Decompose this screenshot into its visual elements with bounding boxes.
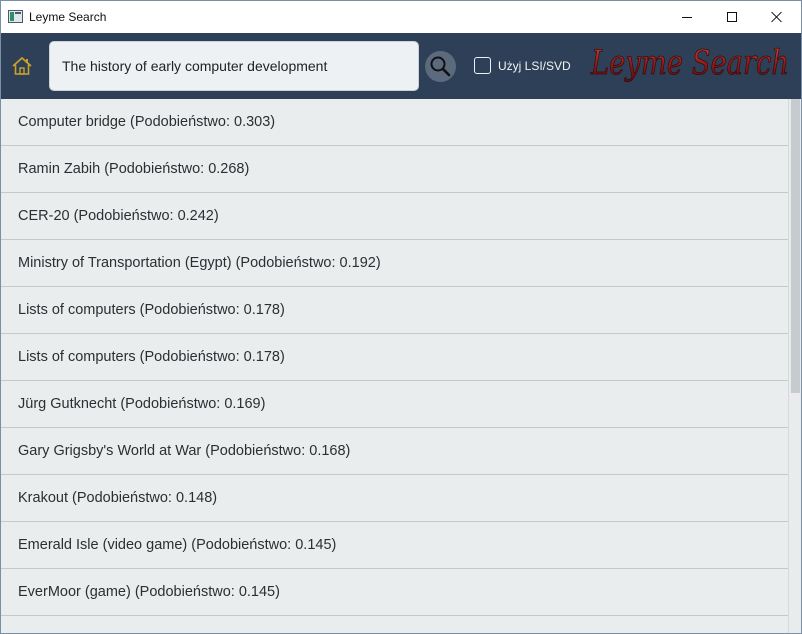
result-title: Lists of computers (Podobieństwo: 0.178) <box>18 302 285 318</box>
maximize-icon <box>727 12 737 22</box>
window-title: Leyme Search <box>29 10 107 24</box>
result-item[interactable]: Krakout (Podobieństwo: 0.148) <box>1 475 788 522</box>
result-item[interactable]: Ramin Zabih (Podobieństwo: 0.268) <box>1 146 788 193</box>
result-title: Jürg Gutknecht (Podobieństwo: 0.169) <box>18 396 266 412</box>
result-item[interactable]: EverMoor (game) (Podobieństwo: 0.145) <box>1 569 788 616</box>
app-window: Leyme Search Użyj LSI/S <box>0 0 802 634</box>
search-input[interactable] <box>49 41 419 91</box>
result-title: Krakout (Podobieństwo: 0.148) <box>18 490 218 506</box>
result-title: Computer bridge (Podobieństwo: 0.303) <box>18 114 276 130</box>
close-button[interactable] <box>754 1 800 33</box>
maximize-button[interactable] <box>709 1 755 33</box>
result-title: Lists of computers (Podobieństwo: 0.178) <box>18 349 285 365</box>
search-button[interactable] <box>425 51 456 82</box>
result-item[interactable]: Lists of computers (Podobieństwo: 0.178) <box>1 334 788 381</box>
search-icon <box>430 56 451 77</box>
result-title: Emerald Isle (video game) (Podobieństwo:… <box>18 537 337 553</box>
result-title: Ramin Zabih (Podobieństwo: 0.268) <box>18 161 250 177</box>
result-item[interactable]: Gary Grigsby's World at War (Podobieństw… <box>1 428 788 475</box>
result-title: Gary Grigsby's World at War (Podobieństw… <box>18 443 351 459</box>
minimize-icon <box>682 16 692 18</box>
minimize-button[interactable] <box>664 1 710 33</box>
result-item[interactable] <box>1 616 788 633</box>
title-bar[interactable]: Leyme Search <box>1 1 801 33</box>
result-item[interactable]: Emerald Isle (video game) (Podobieństwo:… <box>1 522 788 569</box>
scrollbar-thumb[interactable] <box>791 99 800 393</box>
scrollbar[interactable] <box>788 99 801 633</box>
close-icon <box>771 11 783 23</box>
result-title: EverMoor (game) (Podobieństwo: 0.145) <box>18 584 280 600</box>
result-item[interactable]: Ministry of Transportation (Egypt) (Podo… <box>1 240 788 287</box>
toolbar: Użyj LSI/SVD Leyme Search <box>1 33 801 99</box>
logo-text: Leyme Search <box>590 43 789 83</box>
home-icon <box>12 57 32 75</box>
result-title: CER-20 (Podobieństwo: 0.242) <box>18 208 219 224</box>
result-item[interactable]: CER-20 (Podobieństwo: 0.242) <box>1 193 788 240</box>
results-list[interactable]: Computer bridge (Podobieństwo: 0.303) Ram… <box>1 99 788 633</box>
result-title: Ministry of Transportation (Egypt) (Podo… <box>18 255 381 271</box>
app-icon <box>8 10 23 23</box>
logo: Leyme Search <box>590 43 790 84</box>
lsi-svd-label[interactable]: Użyj LSI/SVD <box>498 59 571 73</box>
lsi-svd-checkbox[interactable] <box>474 57 491 74</box>
result-item[interactable]: Jürg Gutknecht (Podobieństwo: 0.169) <box>1 381 788 428</box>
result-item[interactable]: Lists of computers (Podobieństwo: 0.178) <box>1 287 788 334</box>
home-button[interactable] <box>10 54 34 78</box>
result-item[interactable]: Computer bridge (Podobieństwo: 0.303) <box>1 99 788 146</box>
